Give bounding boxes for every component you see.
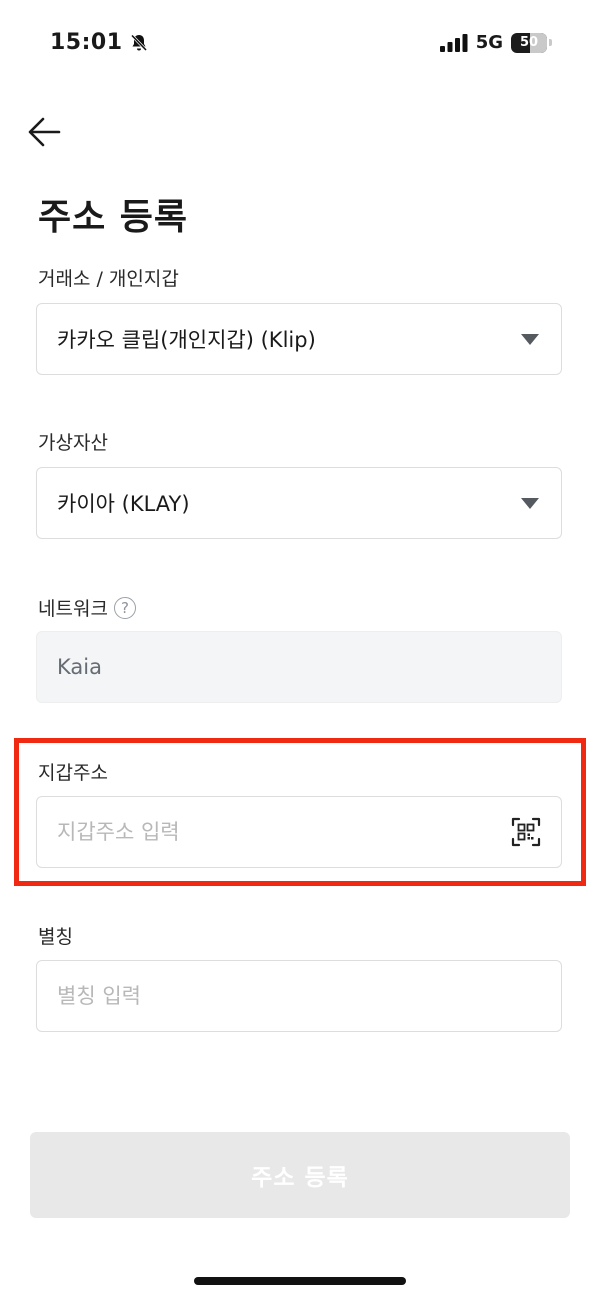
network-label-group: 네트워크 ? — [38, 594, 136, 621]
wallet-address-input[interactable] — [57, 820, 511, 844]
status-bar: 15:01 5G 50 — [0, 0, 600, 90]
signal-bars-icon — [439, 33, 468, 52]
exchange-selected-value: 카카오 클립(개인지갑) (Klip) — [57, 328, 316, 352]
network-type: 5G — [475, 32, 503, 53]
status-indicators: 5G 50 — [439, 32, 552, 53]
triangle-down-icon — [521, 497, 539, 509]
battery-level: 50 — [519, 35, 539, 50]
qr-scan-icon[interactable] — [511, 817, 541, 847]
arrow-left-icon — [28, 117, 61, 147]
asset-select[interactable]: 카이아 (KLAY) — [36, 467, 562, 539]
home-indicator — [194, 1277, 406, 1285]
status-time-group: 15:01 — [50, 30, 149, 55]
network-field: Kaia — [36, 631, 562, 703]
triangle-down-icon — [521, 333, 539, 345]
exchange-label: 거래소 / 개인지갑 — [38, 268, 179, 290]
nickname-label: 별칭 — [38, 926, 73, 948]
register-address-button[interactable]: 주소 등록 — [30, 1132, 570, 1218]
asset-label: 가상자산 — [38, 432, 108, 454]
nickname-field — [36, 960, 562, 1032]
asset-selected-value: 카이아 (KLAY) — [57, 492, 190, 516]
back-button[interactable] — [22, 110, 66, 154]
battery-icon: 50 — [511, 32, 547, 53]
page-title: 주소 등록 — [38, 197, 189, 238]
question-circle-icon[interactable]: ? — [113, 596, 136, 619]
network-label: 네트워크 — [38, 598, 108, 620]
network-value: Kaia — [57, 655, 102, 679]
bell-slash-icon — [130, 33, 147, 51]
battery-tip — [549, 39, 552, 46]
exchange-select[interactable]: 카카오 클립(개인지갑) (Klip) — [36, 303, 562, 375]
status-time: 15:01 — [50, 30, 123, 55]
wallet-address-field — [36, 796, 562, 868]
wallet-address-label: 지갑주소 — [38, 762, 108, 784]
nickname-input[interactable] — [57, 984, 541, 1008]
